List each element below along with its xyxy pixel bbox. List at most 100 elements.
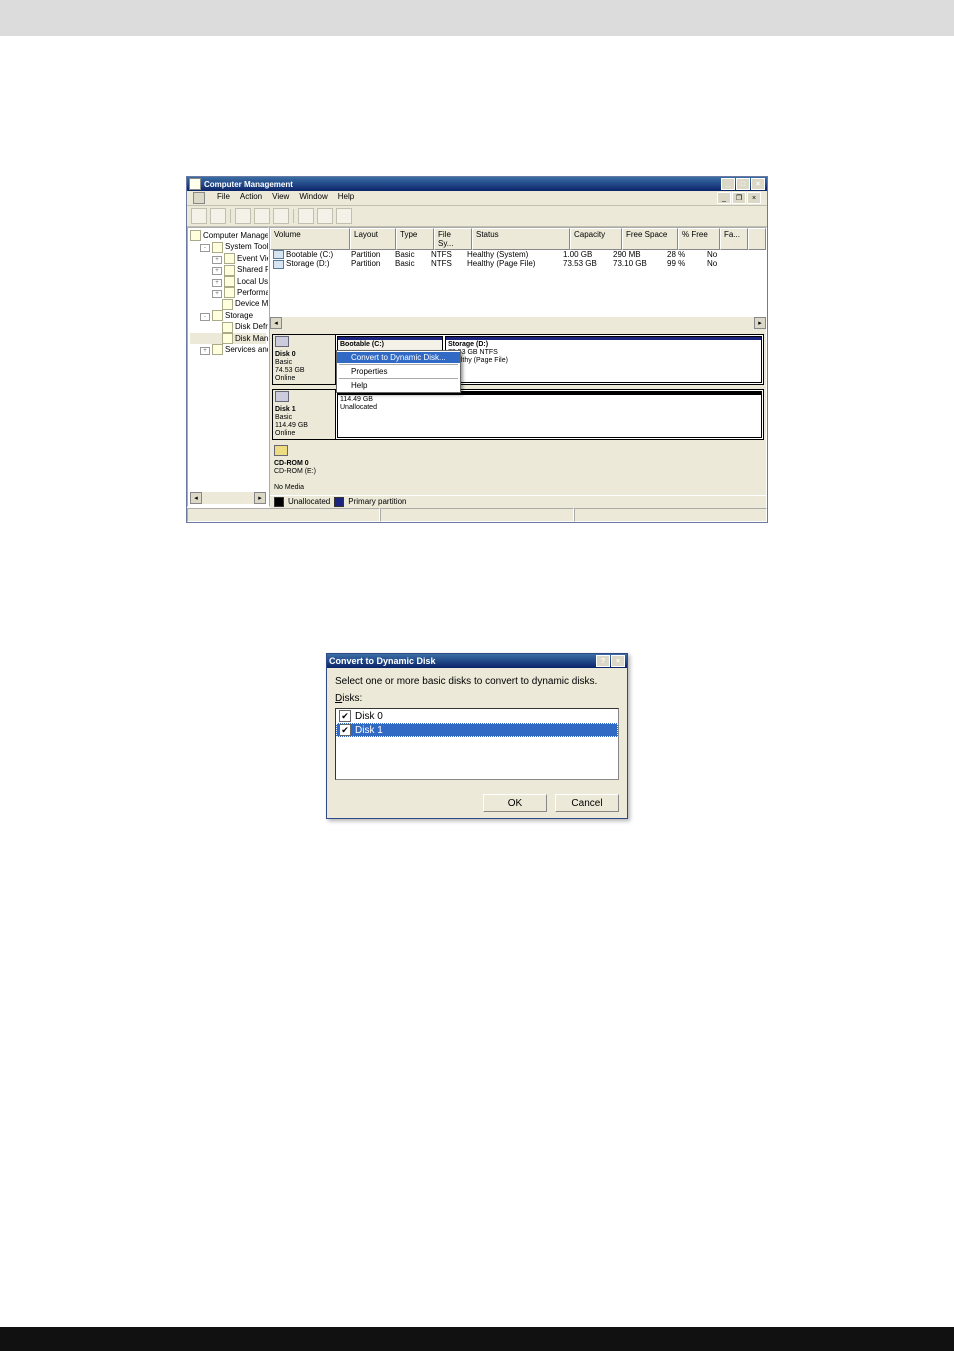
convert-to-dynamic-disk-dialog: Convert to Dynamic Disk ? × Select one o… <box>326 653 628 819</box>
tree-event-viewer[interactable]: +Event Viewer <box>190 253 266 264</box>
expand-icon[interactable]: + <box>200 347 210 355</box>
disk-label[interactable]: CD-ROM 0 CD-ROM (E:) No Media <box>272 444 334 493</box>
shared-folders-icon <box>224 265 235 276</box>
collapse-icon[interactable]: - <box>200 244 210 252</box>
extra-button[interactable] <box>336 208 352 224</box>
col-capacity[interactable]: Capacity <box>570 228 622 250</box>
users-icon <box>224 276 235 287</box>
tree-shared-folders[interactable]: +Shared Folders <box>190 264 266 275</box>
mdi-minimize-button[interactable]: _ <box>717 192 731 204</box>
tree-system-tools[interactable]: -System Tools <box>190 241 266 252</box>
disk-row[interactable]: Disk 1 Basic 114.49 GB Online 114.49 GB … <box>272 389 764 440</box>
ok-button[interactable]: OK <box>483 794 547 812</box>
console-tree[interactable]: Computer Management (Local) -System Tool… <box>187 227 269 507</box>
col-volume[interactable]: Volume <box>270 228 350 250</box>
menu-separator <box>339 364 458 365</box>
partition-storage-d[interactable]: Storage (D:) 73.53 GB NTFS Healthy (Page… <box>445 336 762 383</box>
menu-file[interactable]: File <box>217 192 230 204</box>
forward-button[interactable] <box>210 208 226 224</box>
disk-list-item[interactable]: ✔ Disk 0 <box>336 709 618 723</box>
minimize-button[interactable]: _ <box>721 178 735 190</box>
details-pane: Volume Layout Type File Sy... Status Cap… <box>269 227 767 507</box>
properties-button[interactable] <box>298 208 314 224</box>
computer-management-window: Computer Management _ □ × File Action Vi… <box>186 176 768 523</box>
disk-label[interactable]: Disk 0 Basic 74.53 GB Online <box>273 335 336 384</box>
disks-listbox[interactable]: ✔ Disk 0 ✔ Disk 1 <box>335 708 619 780</box>
tree-perf-logs[interactable]: +Performance Logs and Alerts <box>190 287 266 298</box>
expand-icon[interactable]: + <box>212 256 222 264</box>
refresh-button[interactable] <box>273 208 289 224</box>
status-bar <box>187 507 767 522</box>
dialog-instruction: Select one or more basic disks to conver… <box>335 676 619 687</box>
col-fault[interactable]: Fa... <box>720 228 748 250</box>
disk-icon <box>275 391 289 402</box>
expand-icon[interactable]: + <box>212 279 222 287</box>
disk-list-item[interactable]: ✔ Disk 1 <box>336 723 618 737</box>
collapse-icon[interactable]: - <box>200 313 210 321</box>
tree-services-apps[interactable]: +Services and Applications <box>190 344 266 355</box>
scroll-track[interactable] <box>282 317 754 329</box>
toolbar-separator <box>230 209 231 223</box>
tree-device-manager[interactable]: Device Manager <box>190 298 266 309</box>
help-button[interactable] <box>317 208 333 224</box>
cancel-button[interactable]: Cancel <box>555 794 619 812</box>
scroll-right-icon[interactable]: ▸ <box>254 492 266 504</box>
menu-convert-dynamic[interactable]: Convert to Dynamic Disk... <box>337 352 460 363</box>
menu-properties[interactable]: Properties <box>337 366 460 377</box>
title-bar[interactable]: Computer Management _ □ × <box>187 177 767 191</box>
scroll-right-icon[interactable]: ▸ <box>754 317 766 329</box>
menu-help[interactable]: Help <box>337 380 460 391</box>
disk-graphical-view: Disk 0 Basic 74.53 GB Online Bootable (C… <box>270 329 766 495</box>
legend-unallocated: Unallocated <box>288 497 330 506</box>
tree-horizontal-scrollbar[interactable]: ◂ ▸ <box>190 492 266 504</box>
disk-label[interactable]: Disk 1 Basic 114.49 GB Online <box>273 390 336 439</box>
disk-row[interactable]: CD-ROM 0 CD-ROM (E:) No Media <box>272 444 764 493</box>
tree-local-users[interactable]: +Local Users and Groups <box>190 276 266 287</box>
tree-disk-management[interactable]: Disk Management <box>190 333 266 344</box>
tree-storage[interactable]: -Storage <box>190 310 266 321</box>
device-manager-icon <box>222 299 233 310</box>
help-button[interactable]: ? <box>596 655 610 667</box>
mdi-restore-button[interactable]: ❐ <box>732 192 746 204</box>
expand-icon[interactable]: + <box>212 267 222 275</box>
up-button[interactable] <box>235 208 251 224</box>
partition-unallocated[interactable]: 114.49 GB Unallocated <box>337 391 762 438</box>
menu-help[interactable]: Help <box>338 192 354 204</box>
toolbar-separator <box>293 209 294 223</box>
mdi-icon[interactable] <box>193 192 205 204</box>
menu-window[interactable]: Window <box>299 192 327 204</box>
show-hide-tree-button[interactable] <box>254 208 270 224</box>
tree-root[interactable]: Computer Management (Local) <box>190 230 266 241</box>
col-free-space[interactable]: Free Space <box>622 228 678 250</box>
col-type[interactable]: Type <box>396 228 434 250</box>
menu-view[interactable]: View <box>272 192 289 204</box>
expand-icon[interactable]: + <box>212 290 222 298</box>
toolbar <box>187 206 767 227</box>
legend-primary: Primary partition <box>348 497 406 506</box>
disk-context-menu[interactable]: Convert to Dynamic Disk... Properties He… <box>336 350 461 393</box>
disk-management-icon <box>222 333 233 344</box>
volume-list-scrollbar[interactable]: ◂ ▸ <box>270 317 766 329</box>
volume-row[interactable]: Bootable (C:) Partition Basic NTFS Healt… <box>270 250 766 259</box>
back-button[interactable] <box>191 208 207 224</box>
close-button[interactable]: × <box>611 655 625 667</box>
close-button[interactable]: × <box>751 178 765 190</box>
checkbox-icon[interactable]: ✔ <box>339 724 351 736</box>
tree-disk-defragmenter[interactable]: Disk Defragmenter <box>190 321 266 332</box>
volume-list-header[interactable]: Volume Layout Type File Sy... Status Cap… <box>270 228 766 250</box>
scroll-left-icon[interactable]: ◂ <box>190 492 202 504</box>
col-pct-free[interactable]: % Free <box>678 228 720 250</box>
checkbox-icon[interactable]: ✔ <box>339 710 351 722</box>
menu-action[interactable]: Action <box>240 192 262 204</box>
scroll-track[interactable] <box>202 492 254 504</box>
dialog-title-bar[interactable]: Convert to Dynamic Disk ? × <box>327 654 627 668</box>
volume-row[interactable]: Storage (D:) Partition Basic NTFS Health… <box>270 259 766 268</box>
col-status[interactable]: Status <box>472 228 570 250</box>
mdi-close-button[interactable]: × <box>747 192 761 204</box>
col-overflow[interactable] <box>748 228 766 250</box>
col-filesystem[interactable]: File Sy... <box>434 228 472 250</box>
scroll-left-icon[interactable]: ◂ <box>270 317 282 329</box>
col-layout[interactable]: Layout <box>350 228 396 250</box>
computer-icon <box>190 230 201 241</box>
maximize-button[interactable]: □ <box>736 178 750 190</box>
